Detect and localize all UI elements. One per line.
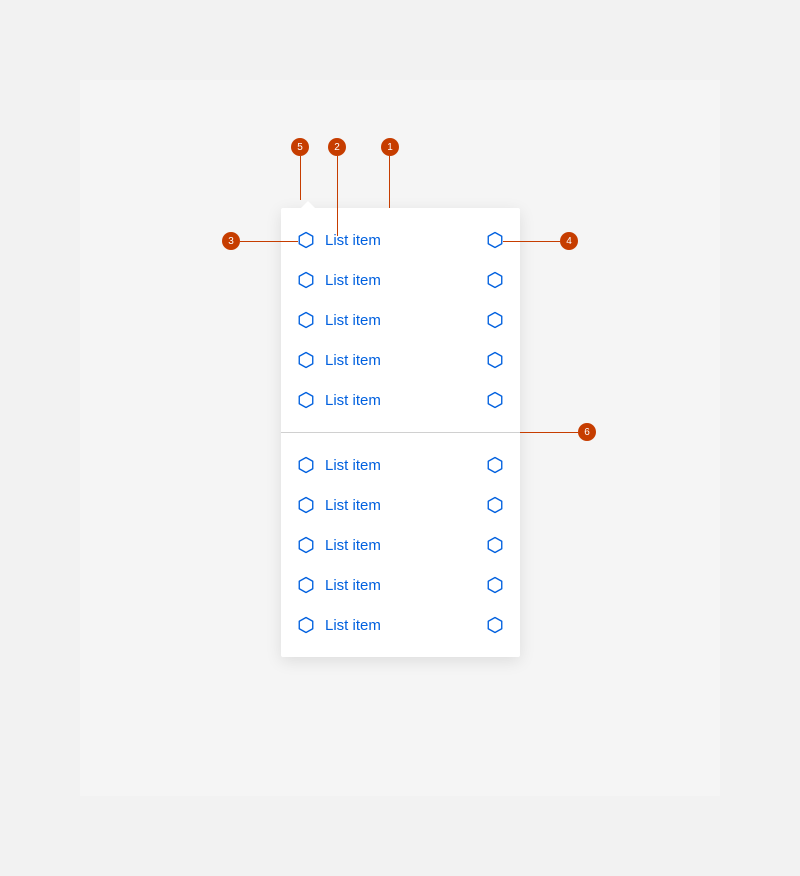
callout-line <box>503 241 560 242</box>
list-item[interactable]: List item <box>281 485 520 525</box>
list-item[interactable]: List item <box>281 525 520 565</box>
hexagon-icon <box>486 271 504 289</box>
callout-badge-5: 5 <box>291 138 309 156</box>
callout-label: 1 <box>387 142 393 153</box>
list-item-label: List item <box>325 353 476 368</box>
list-item-label: List item <box>325 498 476 513</box>
hexagon-icon <box>486 311 504 329</box>
hexagon-icon <box>486 456 504 474</box>
list-item[interactable]: List item <box>281 605 520 645</box>
callout-line <box>240 241 298 242</box>
hexagon-icon <box>297 536 315 554</box>
callout-label: 5 <box>297 142 303 153</box>
hexagon-icon <box>297 231 315 249</box>
hexagon-icon <box>297 351 315 369</box>
list-group-2: List item List item List item List item <box>281 433 520 657</box>
callout-badge-1: 1 <box>381 138 399 156</box>
hexagon-icon <box>486 496 504 514</box>
callout-line <box>520 432 578 433</box>
list-item-label: List item <box>325 393 476 408</box>
list-item[interactable]: List item <box>281 565 520 605</box>
hexagon-icon <box>297 311 315 329</box>
page-root: List item List item List item List item <box>0 0 800 876</box>
hexagon-icon <box>297 496 315 514</box>
callout-badge-6: 6 <box>578 423 596 441</box>
hexagon-icon <box>486 536 504 554</box>
hexagon-icon <box>486 576 504 594</box>
hexagon-icon <box>486 616 504 634</box>
list-item-label: List item <box>325 233 476 248</box>
hexagon-icon <box>297 271 315 289</box>
list-item[interactable]: List item <box>281 340 520 380</box>
list-item[interactable]: List item <box>281 445 520 485</box>
hexagon-icon <box>297 616 315 634</box>
list-item[interactable]: List item <box>281 380 520 420</box>
hexagon-icon <box>486 231 504 249</box>
list-item-label: List item <box>325 313 476 328</box>
list-item[interactable]: List item <box>281 300 520 340</box>
hexagon-icon <box>297 391 315 409</box>
list-item[interactable]: List item <box>281 260 520 300</box>
callout-line <box>300 156 301 200</box>
popup-panel: List item List item List item List item <box>281 208 520 657</box>
callout-badge-4: 4 <box>560 232 578 250</box>
callout-label: 6 <box>584 427 590 438</box>
list-item-label: List item <box>325 273 476 288</box>
list-item-label: List item <box>325 618 476 633</box>
callout-label: 4 <box>566 236 572 247</box>
callout-line <box>337 156 338 236</box>
list-item-label: List item <box>325 538 476 553</box>
list-item[interactable]: List item <box>281 220 520 260</box>
hexagon-icon <box>486 391 504 409</box>
callout-badge-3: 3 <box>222 232 240 250</box>
callout-line <box>389 156 390 208</box>
list-group-1: List item List item List item List item <box>281 208 520 432</box>
callout-badge-2: 2 <box>328 138 346 156</box>
hexagon-icon <box>486 351 504 369</box>
callout-label: 3 <box>228 236 234 247</box>
list-item-label: List item <box>325 578 476 593</box>
hexagon-icon <box>297 456 315 474</box>
list-item-label: List item <box>325 458 476 473</box>
callout-label: 2 <box>334 142 340 153</box>
hexagon-icon <box>297 576 315 594</box>
